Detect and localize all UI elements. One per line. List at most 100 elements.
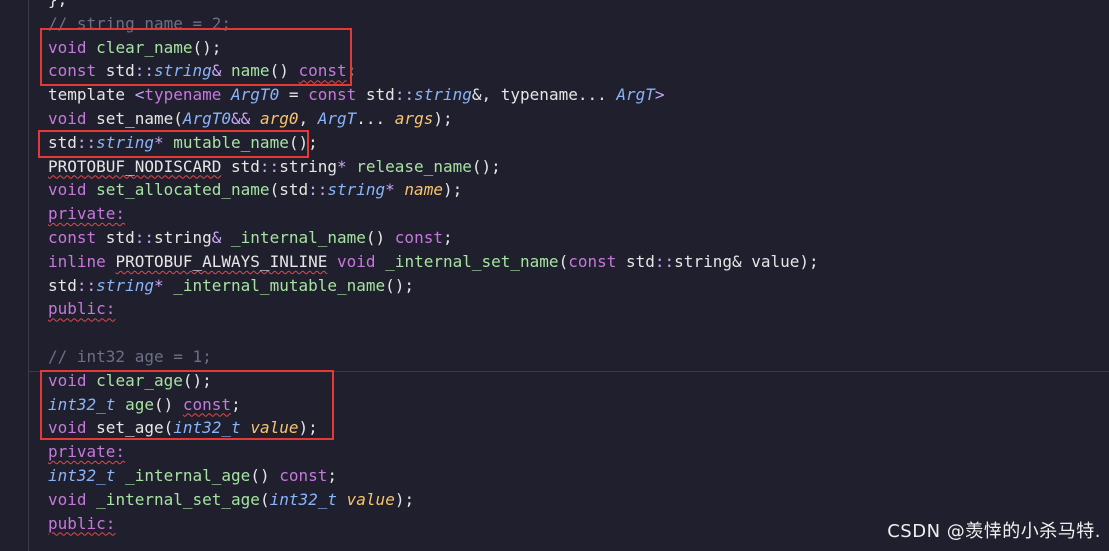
code-token: std <box>616 251 655 271</box>
code-token: ... <box>356 108 395 128</box>
code-token: set_allocated_name <box>96 180 270 200</box>
code-line[interactable]: inline PROTOBUF_ALWAYS_INLINE void _inte… <box>48 250 819 274</box>
code-line[interactable]: void set_allocated_name(std::string* nam… <box>48 178 819 202</box>
code-token: ArgT0 <box>182 108 232 128</box>
code-token: (std <box>269 180 309 200</box>
code-token: * <box>336 156 357 176</box>
code-token: const <box>308 85 357 105</box>
code-token: :: <box>654 251 675 271</box>
code-token: set_name( <box>86 108 183 128</box>
code-token: ( <box>259 489 270 509</box>
code-token: void <box>48 180 87 200</box>
code-token: ); <box>433 108 453 128</box>
code-line[interactable]: void set_name(ArgT0&& arg0, ArgT... args… <box>48 107 819 131</box>
code-token: template <box>48 85 126 105</box>
code-token: ArgT <box>616 85 655 105</box>
code-token: < <box>125 85 145 105</box>
code-token: * <box>385 180 405 200</box>
code-token: std <box>356 85 395 105</box>
code-token: int32_t <box>269 489 338 509</box>
code-token: & value); <box>731 251 819 271</box>
code-token: _internal_age <box>125 465 251 485</box>
code-token: release_name <box>356 156 472 176</box>
code-line[interactable]: private: <box>48 202 819 226</box>
code-token: std <box>48 275 77 295</box>
code-line[interactable]: public: <box>48 297 819 321</box>
code-token: () <box>250 465 280 485</box>
code-line[interactable]: }; <box>48 0 819 12</box>
code-token: const <box>279 465 328 485</box>
code-token: :: <box>134 227 154 247</box>
code-token: & <box>211 227 232 247</box>
code-line[interactable]: public: <box>48 512 819 536</box>
code-token: void <box>48 489 87 509</box>
code-line[interactable] <box>48 321 819 345</box>
code-token: ); <box>394 489 415 509</box>
code-token: private: <box>48 204 126 224</box>
code-line[interactable]: template <typename ArgT0 = const std::st… <box>48 83 819 107</box>
code-token: _internal_mutable_name <box>173 275 386 295</box>
code-editor[interactable]: };// string name = 2;void clear_name();c… <box>0 0 1109 551</box>
code-token: (); <box>385 275 415 295</box>
code-token: :: <box>76 275 97 295</box>
code-token: ; <box>327 465 338 485</box>
code-token: public: <box>48 299 116 319</box>
code-token: name <box>404 180 443 200</box>
code-token: private: <box>48 442 126 462</box>
code-token: }; <box>48 0 67 9</box>
code-token: :: <box>308 180 328 200</box>
code-token: , <box>298 108 318 128</box>
code-token: _internal_set_name <box>385 251 559 271</box>
code-token: ArgT <box>317 108 357 128</box>
code-token: ); <box>442 180 463 200</box>
highlight-box-age-accessors <box>40 370 334 440</box>
code-line[interactable]: void _internal_set_age(int32_t value); <box>48 488 819 512</box>
watermark-text: CSDN @羡悻的小杀马特. <box>887 521 1101 542</box>
highlight-box-mutable-name <box>38 130 309 158</box>
highlight-box-name-accessors <box>40 28 352 86</box>
code-token: const <box>394 227 443 247</box>
code-token: void <box>337 251 376 271</box>
code-line[interactable]: std::string* _internal_mutable_name(); <box>48 274 819 298</box>
code-token: _internal_set_age <box>96 489 260 509</box>
code-token: :: <box>394 85 415 105</box>
code-line[interactable]: // int32 age = 1; <box>48 345 819 369</box>
code-token: inline <box>48 251 106 271</box>
code-token: PROTOBUF_ALWAYS_INLINE <box>115 251 328 271</box>
code-token: string <box>279 156 337 176</box>
code-token: string <box>414 85 472 105</box>
code-token: string <box>327 180 386 200</box>
code-token: // int32 age = 1; <box>48 346 212 366</box>
code-line[interactable]: int32_t _internal_age() const; <box>48 464 819 488</box>
code-token: std <box>96 227 135 247</box>
code-token: args <box>394 108 434 128</box>
code-token: ( <box>558 251 569 271</box>
code-token: (); <box>471 156 501 176</box>
code-token: && <box>231 108 260 128</box>
code-token: ; <box>442 227 453 247</box>
code-token: public: <box>48 513 116 533</box>
code-token: value <box>346 489 395 509</box>
code-line[interactable]: private: <box>48 440 819 464</box>
code-token: * <box>153 275 174 295</box>
code-token: const <box>48 227 97 247</box>
code-token: :: <box>259 156 280 176</box>
code-token: string <box>153 227 212 247</box>
code-line[interactable]: const std::string& _internal_name() cons… <box>48 226 819 250</box>
code-token: = <box>279 85 309 105</box>
code-token: () <box>365 227 395 247</box>
code-token: ArgT0 <box>231 85 280 105</box>
code-line[interactable]: PROTOBUF_NODISCARD std::string* release_… <box>48 155 819 179</box>
code-token: void <box>48 108 87 128</box>
code-token: &, typename... <box>471 85 617 105</box>
indent-guide <box>28 0 29 551</box>
code-token: > <box>654 85 665 105</box>
